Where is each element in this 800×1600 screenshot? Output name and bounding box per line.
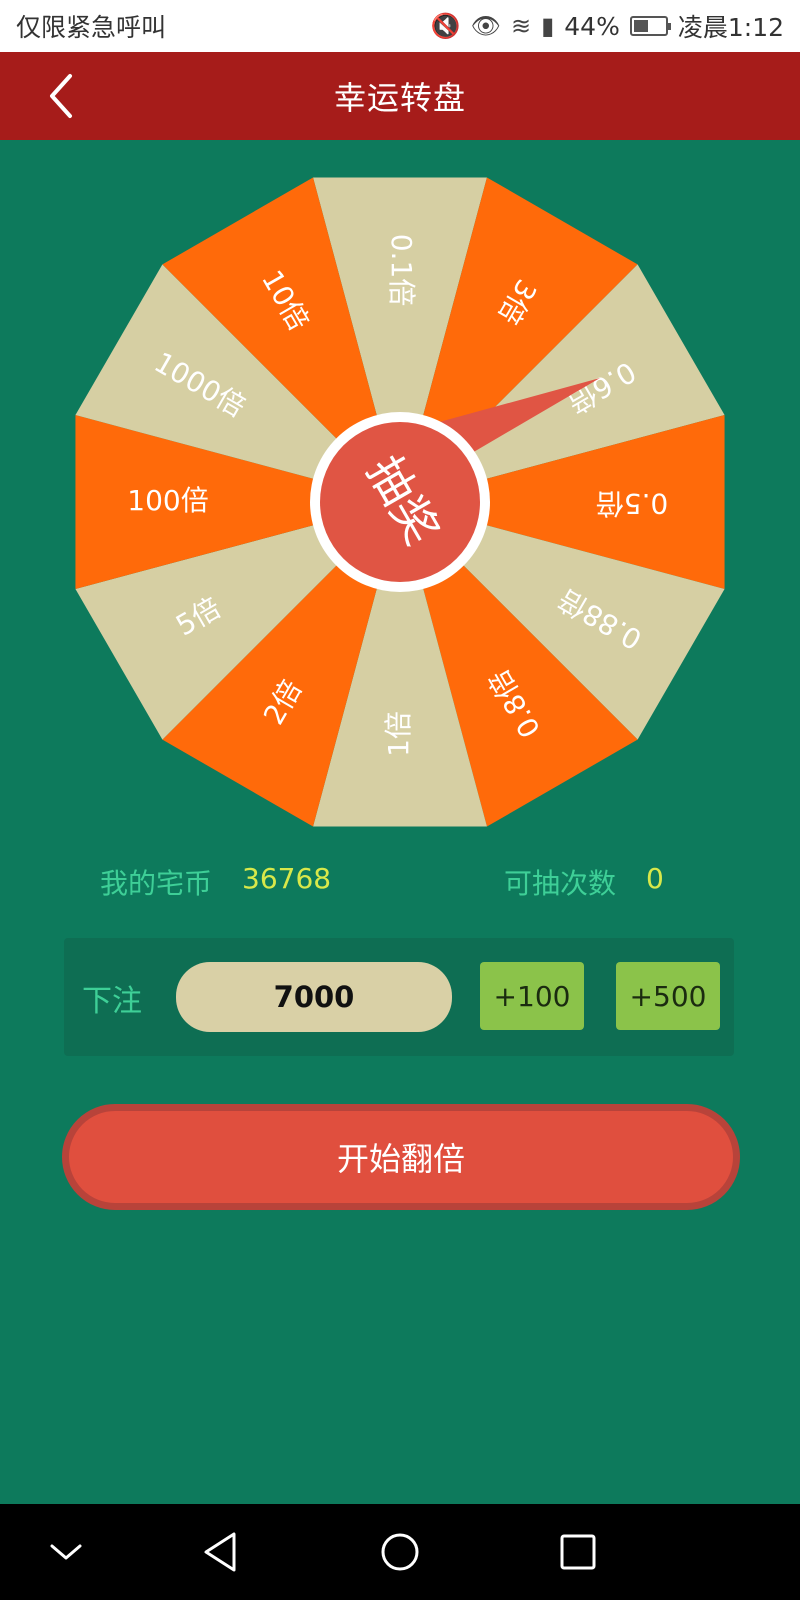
bet-amount-input[interactable] [176, 962, 452, 1032]
wheel-segment-label: 0.1倍 [385, 234, 418, 307]
nav-recents-button[interactable] [550, 1524, 606, 1580]
wifi-icon: ≋ [510, 12, 532, 40]
home-circle-icon [381, 1533, 419, 1571]
wheel-segment-label: 100倍 [127, 484, 208, 517]
start-double-button[interactable]: 开始翻倍 [62, 1104, 740, 1210]
nav-back-button[interactable] [194, 1524, 250, 1580]
info-row: 我的宅币 36768 可抽次数 0 [0, 862, 800, 902]
eye-icon: 👁 [470, 12, 501, 40]
system-nav-bar [0, 1504, 800, 1600]
draws-value: 0 [646, 862, 664, 895]
back-button[interactable] [40, 72, 88, 120]
nav-hide-button[interactable] [38, 1524, 94, 1580]
back-triangle-icon [204, 1532, 236, 1572]
status-carrier-text: 仅限紧急呼叫 [16, 13, 167, 42]
draw-button[interactable] [322, 424, 478, 580]
add-100-button[interactable]: +100 [480, 962, 584, 1030]
nav-home-button[interactable] [372, 1524, 428, 1580]
add-500-button[interactable]: +500 [616, 962, 720, 1030]
status-icons: 🔇 👁 ≋ ▮ 44% 凌晨1:12 [431, 8, 784, 44]
mute-icon: 🔇 [430, 12, 461, 40]
wheel-segment-label: 1倍 [382, 711, 415, 757]
prize-wheel: 0.1倍 3倍 0.6倍 0.5倍 0.88倍 0.8倍 1倍 2倍 5倍 100倍 1000倍 10… [70, 172, 730, 832]
draws-label: 可抽次数 [504, 867, 617, 900]
app-header: 幸运转盘 [0, 52, 800, 140]
battery-percent: 44% [564, 11, 620, 41]
bet-label: 下注 [82, 984, 142, 1019]
page-title: 幸运转盘 [333, 79, 466, 117]
coins-label: 我的宅币 [100, 867, 213, 900]
recents-square-icon [560, 1534, 596, 1570]
coins-value: 36768 [242, 862, 332, 895]
wheel-segment-label: 0.5倍 [596, 487, 669, 520]
chevron-down-icon [50, 1544, 82, 1560]
chevron-left-icon [50, 74, 72, 118]
battery-icon [629, 16, 671, 36]
status-time: 凌晨1:12 [677, 13, 784, 42]
status-bar: 仅限紧急呼叫 🔇 👁 ≋ ▮ 44% 凌晨1:12 [0, 0, 800, 52]
signal-icon: ▮ [541, 12, 555, 40]
bet-panel: 下注 +100 +500 [64, 938, 734, 1056]
